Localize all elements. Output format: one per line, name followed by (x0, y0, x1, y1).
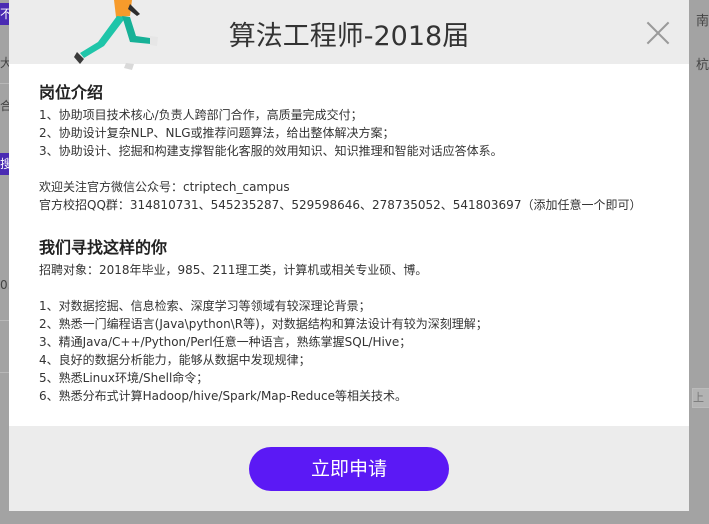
background-text: 南 (696, 14, 709, 29)
requirement-line: 1、对数据挖掘、信息检索、深度学习等领域有较深理论背景； (39, 299, 371, 313)
apply-button[interactable]: 立即申请 (249, 447, 449, 491)
job-duty-line: 2、协助设计复杂NLP、NLG或推荐问题算法，给出整体解决方案； (39, 126, 395, 140)
requirement-line: 5、熟悉Linux环境/Shell命令； (39, 371, 209, 385)
section-title-requirements: 我们寻找这样的你 (39, 238, 168, 257)
running-mascot-icon (74, 0, 158, 70)
recruit-target: 招聘对象：2018年毕业，985、211理工类，计算机或相关专业硕、博。 (39, 263, 428, 277)
wechat-info: 欢迎关注官方微信公众号：ctriptech_campus (39, 180, 290, 194)
requirement-line: 4、良好的数据分析能力，能够从数据中发现规律； (39, 353, 311, 367)
job-duty-line: 1、协助项目技术核心/负责人跨部门合作，高质量完成交付； (39, 108, 363, 122)
qq-group-info: 官方校招QQ群：314810731、545235287、529598646、27… (39, 198, 642, 212)
requirement-line: 2、熟悉一门编程语言(Java\python\R等)，对数据结构和算法设计有较为… (39, 317, 488, 331)
background-box: 上 (692, 388, 709, 408)
requirement-line: 6、熟悉分布式计算Hadoop/hive/Spark/Map-Reduce等相关… (39, 389, 407, 403)
background-text: 杭 (696, 58, 709, 73)
requirement-line: 3、精通Java/C++/Python/Perl任意一种语言，熟练掌握SQL/H… (39, 335, 412, 349)
close-icon[interactable] (645, 20, 671, 46)
job-detail-modal: 算法工程师-2018届 岗位介绍 1、协助项目技术核心/负责人跨部门合作，高质量… (9, 0, 689, 511)
modal-body: 岗位介绍 1、协助项目技术核心/负责人跨部门合作，高质量完成交付； 2、协助设计… (9, 64, 689, 426)
section-title-job-intro: 岗位介绍 (39, 83, 104, 102)
modal-footer: 立即申请 (9, 426, 689, 511)
job-duty-line: 3、协助设计、挖掘和构建支撑智能化客服的效用知识、知识推理和智能对话应答体系。 (39, 144, 503, 158)
